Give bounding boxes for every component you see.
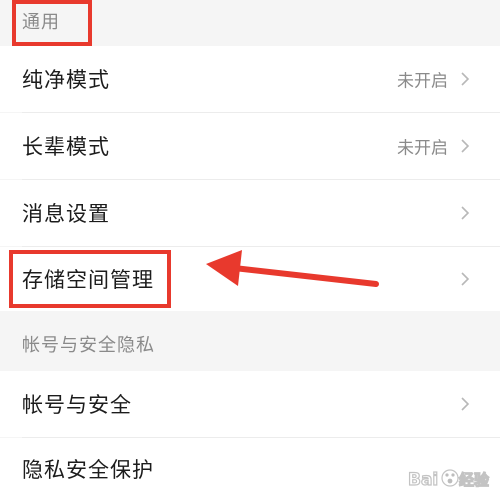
svg-text:Bai: Bai (408, 470, 438, 490)
annotation-arrow (206, 250, 379, 287)
baidu-jingyan-watermark: Bai 经验 (407, 469, 491, 491)
svg-text:经验: 经验 (459, 471, 490, 489)
